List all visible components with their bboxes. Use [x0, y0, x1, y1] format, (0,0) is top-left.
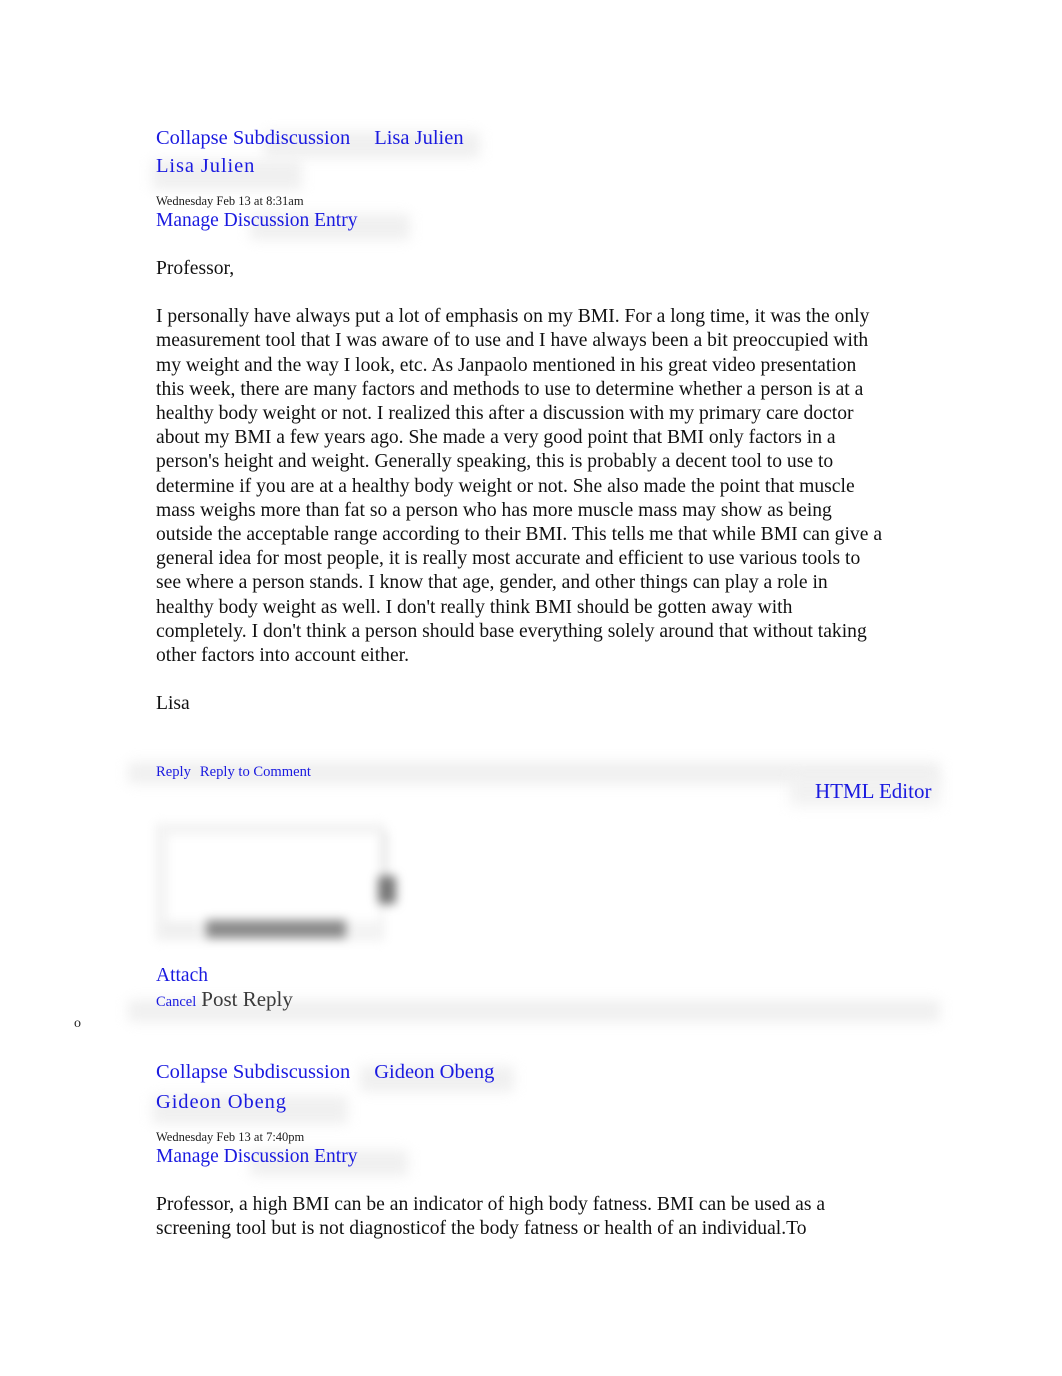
entry-2-timestamp: Wednesday Feb 13 at 7:40pm	[156, 1130, 305, 1144]
reply-link[interactable]: Reply	[156, 764, 191, 780]
entry-1-header-author-link[interactable]: Lisa Julien	[374, 127, 463, 149]
cancel-button[interactable]: Cancel	[156, 994, 196, 1010]
editor-statusbar	[206, 920, 346, 938]
editor-statusbar-left	[162, 922, 198, 936]
entry-2-header-row: Collapse Subdiscussion Gideon Obeng	[156, 1060, 494, 1084]
editor-scrollbar-track[interactable]	[381, 832, 388, 878]
reply-to-comment-link[interactable]: Reply to Comment	[200, 764, 311, 780]
html-editor-toggle-link[interactable]: HTML Editor	[815, 779, 931, 804]
entry-1-timestamp: Wednesday Feb 13 at 8:31am	[156, 194, 304, 208]
editor-text-area[interactable]	[168, 835, 380, 921]
attach-link[interactable]: Attach	[156, 964, 208, 987]
discussion-page: Collapse Subdiscussion Lisa Julien Lisa J…	[0, 0, 1062, 1376]
entry-1-reply-toolbar: Reply Reply to Comment	[156, 763, 311, 781]
entry-1-message-body: Professor, I personally have always put …	[156, 257, 882, 716]
entry-1-author-name-link[interactable]: Lisa Julien	[156, 154, 255, 178]
collapse-subdiscussion-link[interactable]: Collapse Subdiscussion	[156, 127, 350, 149]
entry-2-manage-discussion-entry-link[interactable]: Manage Discussion Entry	[156, 1145, 357, 1169]
entry-2-header-author-link[interactable]: Gideon Obeng	[374, 1061, 494, 1083]
entry-1-signature: Lisa	[156, 693, 190, 715]
entry-1-header-row: Collapse Subdiscussion Lisa Julien	[156, 126, 464, 150]
outline-list-marker: o	[74, 1016, 81, 1031]
editor-scrollbar-thumb[interactable]	[378, 876, 396, 904]
entry-1-salutation: Professor,	[156, 258, 235, 279]
post-reply-button[interactable]: Post Reply	[201, 987, 293, 1011]
reply-form-actions: Cancel Post Reply	[156, 987, 293, 1012]
rich-text-editor[interactable]	[156, 824, 404, 948]
entry-1-manage-discussion-entry-link[interactable]: Manage Discussion Entry	[156, 209, 357, 233]
entry-2-author-name-link[interactable]: Gideon Obeng	[156, 1090, 287, 1114]
entry-2-message-body: Professor, a high BMI can be an indicato…	[156, 1193, 872, 1241]
entry-2-body-paragraph: Professor, a high BMI can be an indicato…	[156, 1194, 826, 1240]
collapse-subdiscussion-link-2[interactable]: Collapse Subdiscussion	[156, 1061, 350, 1083]
entry-1-body-paragraph: I personally have always put a lot of em…	[156, 306, 883, 667]
